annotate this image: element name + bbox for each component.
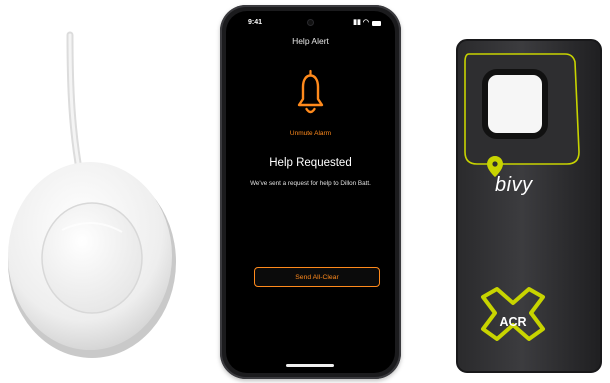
status-heading: Help Requested: [269, 157, 352, 169]
status-time: 9:41: [248, 19, 263, 26]
status-bar: 9:41 ▮▮ ◠: [226, 19, 395, 31]
panic-button-illustration: [8, 31, 176, 358]
unmute-alarm-link[interactable]: Unmute Alarm: [226, 130, 395, 137]
bell-icon: [297, 69, 324, 114]
phone-device: 9:41 ▮▮ ◠ Help Alert Unmute Alarm Help R…: [220, 5, 401, 379]
acr-logo-label: ACR: [499, 315, 527, 329]
panic-button-device: [0, 0, 190, 383]
home-indicator[interactable]: [286, 364, 334, 367]
status-icons: ▮▮ ◠: [353, 19, 381, 27]
battery-icon: [372, 20, 381, 26]
phone-screen: 9:41 ▮▮ ◠ Help Alert Unmute Alarm Help R…: [226, 11, 395, 373]
bivy-brand-label: bivy: [495, 174, 533, 196]
nav-title: Help Alert: [292, 36, 329, 46]
status-message: We've sent a request for help to Dillon …: [250, 180, 371, 187]
wifi-icon: ◠: [362, 19, 369, 26]
tracker-device: bivy ACR: [455, 38, 603, 374]
send-all-clear-button[interactable]: Send All-Clear: [254, 267, 380, 287]
signal-icon: ▮▮: [353, 19, 361, 26]
front-camera: [308, 20, 313, 25]
